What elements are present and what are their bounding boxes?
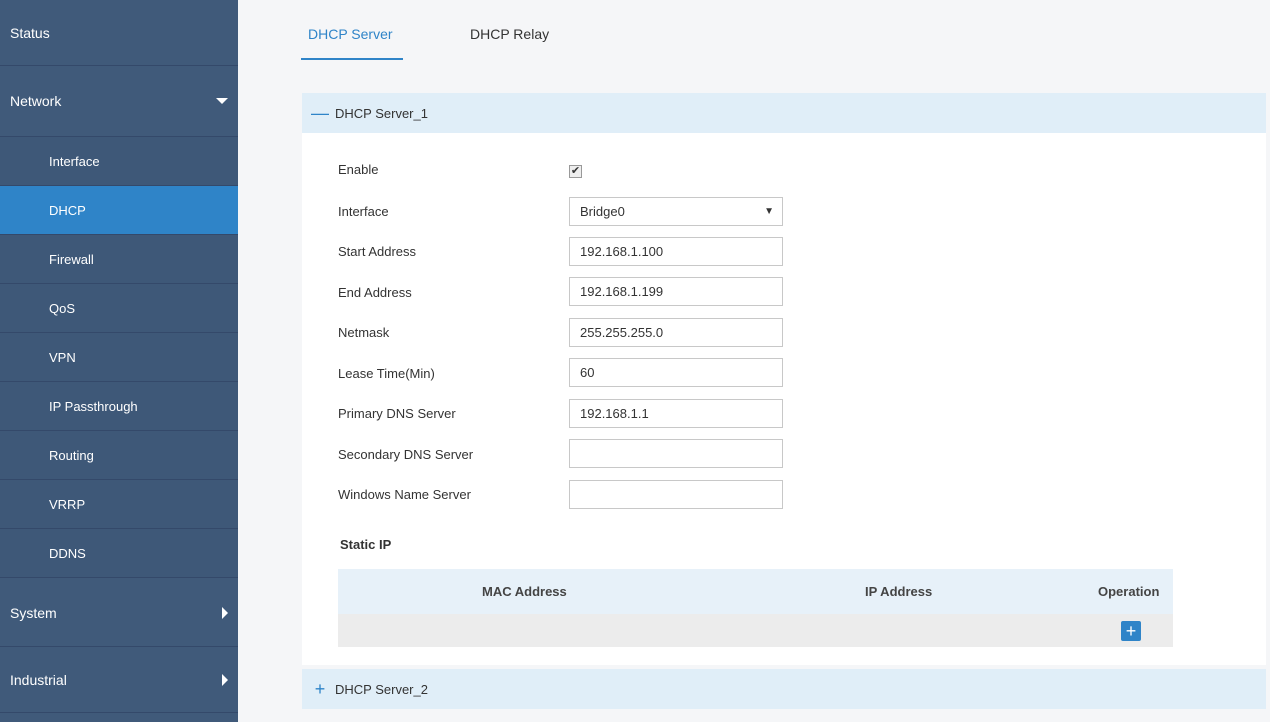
netmask-field[interactable]: 255.255.255.0 xyxy=(569,318,783,347)
sidebar-item-label: DDNS xyxy=(49,545,86,561)
section-header-server2[interactable]: + DHCP Server_2 xyxy=(302,669,1266,709)
sidebar-item-firewall[interactable]: Firewall xyxy=(0,235,238,284)
end-address-field[interactable]: 192.168.1.199 xyxy=(569,277,783,306)
sidebar-item-ddns[interactable]: DDNS xyxy=(0,529,238,578)
sidebar-item-label: QoS xyxy=(49,300,76,316)
column-operation: Operation xyxy=(1098,584,1160,599)
sidebar-item-interface[interactable]: Interface xyxy=(0,137,238,186)
enable-checkbox[interactable]: ✔ xyxy=(569,165,582,178)
tab-dhcp-server[interactable]: DHCP Server xyxy=(308,26,393,42)
static-ip-title: Static IP xyxy=(340,537,392,552)
netmask-label: Netmask xyxy=(338,325,390,340)
netmask-value: 255.255.255.0 xyxy=(580,325,664,340)
primary-dns-label: Primary DNS Server xyxy=(338,406,456,421)
expand-icon[interactable]: + xyxy=(305,679,335,700)
column-mac-address: MAC Address xyxy=(482,584,567,599)
start-address-label: Start Address xyxy=(338,244,417,259)
sidebar-item-qos[interactable]: QoS xyxy=(0,284,238,333)
section-header-server1[interactable]: — DHCP Server_1 xyxy=(302,93,1266,133)
sidebar-item-label: VPN xyxy=(49,349,76,365)
column-ip-address: IP Address xyxy=(865,584,933,599)
chevron-down-icon xyxy=(216,98,228,104)
sidebar-item-label: IP Passthrough xyxy=(49,398,138,414)
table-row xyxy=(338,614,1173,647)
nav-status[interactable]: Status xyxy=(0,0,238,66)
primary-dns-field[interactable]: 192.168.1.1 xyxy=(569,399,783,428)
nav-status-label: Status xyxy=(10,24,50,41)
static-ip-table-header: MAC Address IP Address Operation xyxy=(338,569,1173,614)
nav-industrial-label: Industrial xyxy=(10,671,67,688)
section-title: DHCP Server_2 xyxy=(335,681,428,697)
interface-select[interactable]: Bridge0 ▼ xyxy=(569,197,783,226)
nav-network-label: Network xyxy=(10,93,62,109)
enable-label: Enable xyxy=(338,162,379,177)
end-address-label: End Address xyxy=(338,285,412,300)
sidebar-item-dhcp[interactable]: DHCP xyxy=(0,186,238,235)
start-address-value: 192.168.1.100 xyxy=(580,244,664,259)
collapse-icon[interactable]: — xyxy=(305,103,335,124)
secondary-dns-label: Secondary DNS Server xyxy=(338,447,474,462)
end-address-value: 192.168.1.199 xyxy=(580,284,664,299)
sidebar-item-label: VRRP xyxy=(49,496,86,512)
secondary-dns-field[interactable] xyxy=(569,439,783,468)
windows-name-server-field[interactable] xyxy=(569,480,783,509)
start-address-field[interactable]: 192.168.1.100 xyxy=(569,237,783,266)
nav-network[interactable]: Network xyxy=(0,66,238,137)
add-row-button[interactable]: + xyxy=(1121,621,1141,641)
section-title: DHCP Server_1 xyxy=(335,105,428,121)
nav-system[interactable]: System xyxy=(0,580,238,647)
nav-industrial[interactable]: Industrial xyxy=(0,647,238,713)
primary-dns-value: 192.168.1.1 xyxy=(580,406,649,421)
chevron-right-icon xyxy=(222,673,228,686)
sidebar-item-label: DHCP xyxy=(49,202,86,218)
lease-time-field[interactable]: 60 xyxy=(569,358,783,387)
sidebar-item-label: Interface xyxy=(49,153,100,169)
sidebar: Status Network Interface DHCP Firewall Q… xyxy=(0,0,238,722)
sidebar-item-label: Routing xyxy=(49,447,94,463)
sidebar-item-vrrp[interactable]: VRRP xyxy=(0,480,238,529)
lease-time-label: Lease Time(Min) xyxy=(338,366,435,381)
sidebar-item-routing[interactable]: Routing xyxy=(0,431,238,480)
sidebar-item-ip-passthrough[interactable]: IP Passthrough xyxy=(0,382,238,431)
windows-name-server-label: Windows Name Server xyxy=(338,487,471,502)
tab-dhcp-relay[interactable]: DHCP Relay xyxy=(470,26,549,42)
dropdown-arrow-icon: ▼ xyxy=(764,206,774,217)
sidebar-item-vpn[interactable]: VPN xyxy=(0,333,238,382)
sidebar-item-label: Firewall xyxy=(49,251,94,267)
interface-value: Bridge0 xyxy=(580,204,625,219)
interface-label: Interface xyxy=(338,204,389,219)
lease-time-value: 60 xyxy=(580,365,595,380)
chevron-right-icon xyxy=(222,607,228,619)
plus-icon: + xyxy=(1125,621,1137,641)
nav-system-label: System xyxy=(10,605,57,621)
